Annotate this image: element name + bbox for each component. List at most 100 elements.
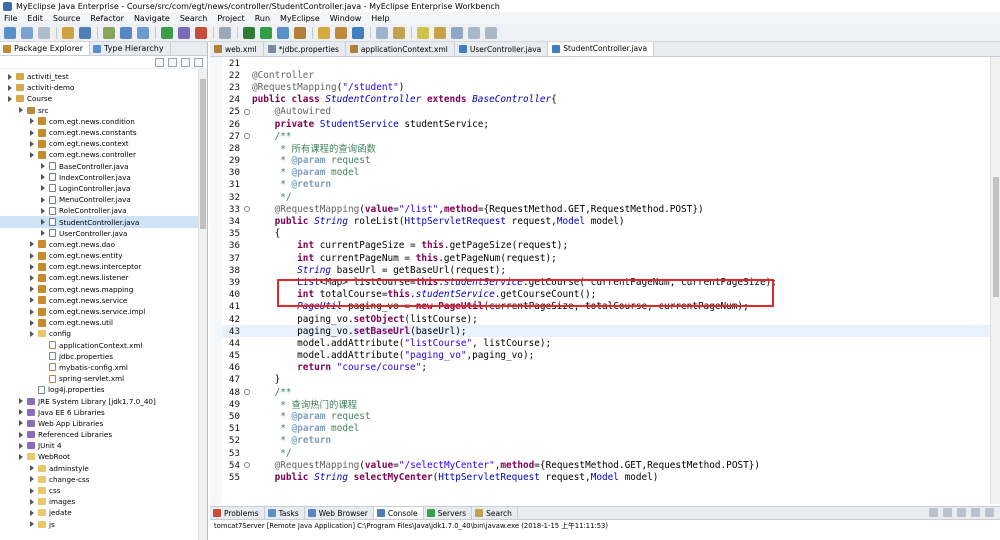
editor-tab[interactable]: web.xml <box>210 42 264 56</box>
server-icon[interactable] <box>120 26 132 39</box>
expand-arrow-icon[interactable] <box>30 521 34 528</box>
expand-arrow-icon[interactable] <box>41 196 45 203</box>
expand-arrow-icon[interactable] <box>30 151 34 158</box>
tree-item[interactable]: com.egt.news.util <box>0 317 198 328</box>
code-line[interactable]: 29 * @param request <box>222 155 990 167</box>
bottom-tab[interactable]: Servers <box>424 507 473 519</box>
code-line[interactable]: 37 int currentPageNum = this.getPageNum(… <box>222 252 990 264</box>
tree-item[interactable]: activiti-demo <box>0 82 198 93</box>
menu-edit[interactable]: Edit <box>27 14 43 23</box>
menu-search[interactable]: Search <box>180 14 207 23</box>
code-line[interactable]: 47 } <box>222 374 990 386</box>
stop-server-icon[interactable] <box>195 26 207 39</box>
menu-navigate[interactable]: Navigate <box>134 14 170 23</box>
fold-toggle-icon[interactable] <box>244 206 250 213</box>
menu-myeclipse[interactable]: MyEclipse <box>280 14 320 23</box>
tree-item[interactable]: JRE System Library [jdk1.7.0_40] <box>0 395 198 406</box>
scrollbar-thumb[interactable] <box>200 79 206 229</box>
expand-arrow-icon[interactable] <box>30 465 34 472</box>
expand-arrow-icon[interactable] <box>41 207 45 214</box>
tree-item[interactable]: com.egt.news.entity <box>0 250 198 261</box>
fold-toggle-icon[interactable] <box>244 462 250 469</box>
expand-arrow-icon[interactable] <box>30 387 36 393</box>
expand-arrow-icon[interactable] <box>19 453 23 460</box>
back-icon[interactable] <box>468 26 480 39</box>
debug-icon[interactable] <box>243 26 255 39</box>
code-line[interactable]: 45 model.addAttribute("paging_vo",paging… <box>222 350 990 362</box>
code-line[interactable]: 25 @Autowired <box>222 106 990 118</box>
new-class-icon[interactable] <box>352 26 364 39</box>
tree-item[interactable]: jdbc.properties <box>0 351 198 362</box>
code-line[interactable]: 22 @Controller <box>222 69 990 81</box>
annotation-next-icon[interactable] <box>417 26 429 39</box>
tree-item[interactable]: Course <box>0 93 198 104</box>
tree-item[interactable]: WebRoot <box>0 451 198 462</box>
code-line[interactable]: 35 { <box>222 228 990 240</box>
code-line[interactable]: 33 @RequestMapping(value="/list",method=… <box>222 203 990 215</box>
expand-arrow-icon[interactable] <box>30 509 34 516</box>
tree-item[interactable]: com.egt.news.controller <box>0 149 198 160</box>
bottom-tab[interactable]: Problems <box>210 507 265 519</box>
tree-item[interactable]: StudentController.java <box>0 216 198 228</box>
tree-item[interactable]: LoginController.java <box>0 183 198 194</box>
code-line[interactable]: 34 public String roleList(HttpServletReq… <box>222 215 990 227</box>
code-line[interactable]: 24 public class StudentController extends… <box>222 94 990 106</box>
annotation-prev-icon[interactable] <box>434 26 446 39</box>
expand-arrow-icon[interactable] <box>30 319 34 326</box>
expand-arrow-icon[interactable] <box>41 185 45 192</box>
expand-arrow-icon[interactable] <box>41 353 47 359</box>
fold-toggle-icon[interactable] <box>244 108 250 115</box>
fold-toggle-icon[interactable] <box>244 389 250 396</box>
expand-arrow-icon[interactable] <box>30 308 34 315</box>
tree-item[interactable]: Java EE 6 Libraries <box>0 407 198 418</box>
tree-item[interactable]: UserController.java <box>0 228 198 239</box>
expand-arrow-icon[interactable] <box>41 364 47 370</box>
tree-scrollbar[interactable] <box>198 69 207 540</box>
tree-item[interactable]: jedate <box>0 507 198 518</box>
code-line[interactable]: 31 * @return <box>222 179 990 191</box>
code-line[interactable]: 36 int currentPageSize = this.getPageSiz… <box>222 240 990 252</box>
editor-tab[interactable]: *jdbc.properties <box>264 42 346 56</box>
expand-arrow-icon[interactable] <box>41 342 47 348</box>
fold-toggle-icon[interactable] <box>244 133 250 140</box>
tree-item[interactable]: MenuController.java <box>0 194 198 205</box>
bottom-tab[interactable]: Search <box>472 507 518 519</box>
editor-scrollbar[interactable] <box>990 57 1000 504</box>
expand-arrow-icon[interactable] <box>30 286 34 293</box>
menu-refactor[interactable]: Refactor <box>90 14 124 23</box>
editor-tab[interactable]: applicationContext.xml <box>346 42 455 56</box>
expand-arrow-icon[interactable] <box>8 95 12 102</box>
expand-arrow-icon[interactable] <box>8 84 12 91</box>
tree-item[interactable]: JUnit 4 <box>0 440 198 451</box>
expand-arrow-icon[interactable] <box>30 274 34 281</box>
expand-arrow-icon[interactable] <box>30 263 34 270</box>
tree-item[interactable]: applicationContext.xml <box>0 340 198 351</box>
minimize-icon[interactable] <box>194 57 203 67</box>
menu-source[interactable]: Source <box>53 14 80 23</box>
run-last-icon[interactable] <box>277 26 289 39</box>
tree-item[interactable]: adminstyle <box>0 463 198 474</box>
expand-arrow-icon[interactable] <box>30 118 34 125</box>
expand-arrow-icon[interactable] <box>30 297 34 304</box>
code-line[interactable]: 32 */ <box>222 191 990 203</box>
expand-arrow-icon[interactable] <box>19 420 23 427</box>
tree-item[interactable]: config <box>0 328 198 339</box>
clear-console-icon[interactable] <box>957 508 966 517</box>
run-server-icon[interactable] <box>161 26 173 39</box>
expand-arrow-icon[interactable] <box>19 398 23 405</box>
new-package-icon[interactable] <box>335 26 347 39</box>
tree-item[interactable]: change-css <box>0 474 198 485</box>
tree-item[interactable]: src <box>0 105 198 116</box>
code-line[interactable]: 30 * @param model <box>222 167 990 179</box>
menu-file[interactable]: File <box>4 14 17 23</box>
code-line[interactable]: 50 * @param request <box>222 410 990 422</box>
open-task-icon[interactable] <box>376 26 388 39</box>
code-line[interactable]: 26 private StudentService studentService… <box>222 118 990 130</box>
toggle-icon[interactable] <box>219 26 231 39</box>
remove-launch-icon[interactable] <box>943 508 952 517</box>
menu-run[interactable]: Run <box>255 14 270 23</box>
terminal-icon[interactable] <box>79 26 91 39</box>
tree-item[interactable]: css <box>0 485 198 496</box>
save-icon[interactable] <box>21 26 33 39</box>
editor-tab[interactable]: UserController.java <box>455 42 549 56</box>
